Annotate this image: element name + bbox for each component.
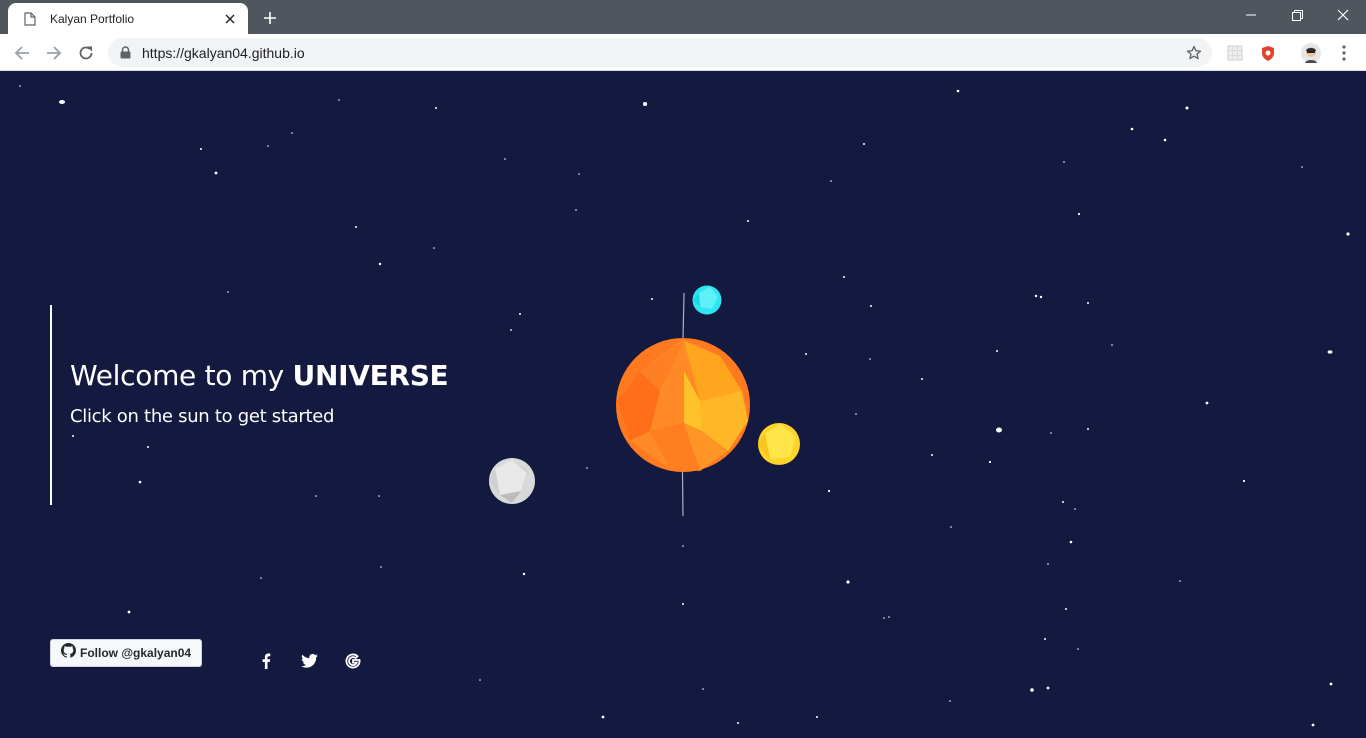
page-icon: [22, 11, 38, 27]
browser-tab[interactable]: Kalyan Portfolio: [8, 3, 248, 34]
close-window-icon[interactable]: [1320, 0, 1366, 30]
tab-strip: Kalyan Portfolio: [0, 0, 1366, 34]
yellow-planet[interactable]: [758, 423, 800, 465]
close-tab-icon[interactable]: [222, 11, 238, 27]
lock-icon: [120, 46, 132, 60]
sun[interactable]: [616, 338, 750, 472]
back-icon[interactable]: [9, 40, 35, 66]
address-bar[interactable]: https://gkalyan04.github.io: [108, 38, 1212, 67]
github-icon: [61, 643, 77, 663]
moon-planet[interactable]: [489, 458, 535, 504]
github-follow-button[interactable]: Follow @gkalyan04: [50, 639, 203, 667]
tab-title: Kalyan Portfolio: [50, 11, 135, 26]
solar-system: [489, 285, 800, 517]
bookmark-star-icon[interactable]: [1184, 43, 1204, 63]
restore-icon[interactable]: [1274, 0, 1320, 30]
facebook-icon[interactable]: [256, 651, 276, 671]
twitter-icon[interactable]: [299, 651, 319, 671]
browser-toolbar: https://gkalyan04.github.io: [0, 34, 1366, 71]
new-tab-button[interactable]: [258, 6, 282, 30]
follow-label: Follow @gkalyan04: [80, 646, 192, 660]
universe-page: Welcome to my UNIVERSE Click on the sun …: [0, 71, 1366, 738]
cyan-planet[interactable]: [692, 285, 722, 315]
shield-extension-icon[interactable]: [1257, 42, 1279, 64]
minimize-icon[interactable]: [1228, 0, 1274, 30]
google-icon[interactable]: [343, 651, 363, 671]
profile-avatar[interactable]: [1300, 42, 1322, 64]
url-text: https://gkalyan04.github.io: [142, 44, 305, 61]
forward-icon[interactable]: [41, 40, 67, 66]
menu-dots-icon[interactable]: [1333, 42, 1355, 64]
extension-grid-icon[interactable]: [1224, 42, 1246, 64]
reload-icon[interactable]: [73, 40, 99, 66]
